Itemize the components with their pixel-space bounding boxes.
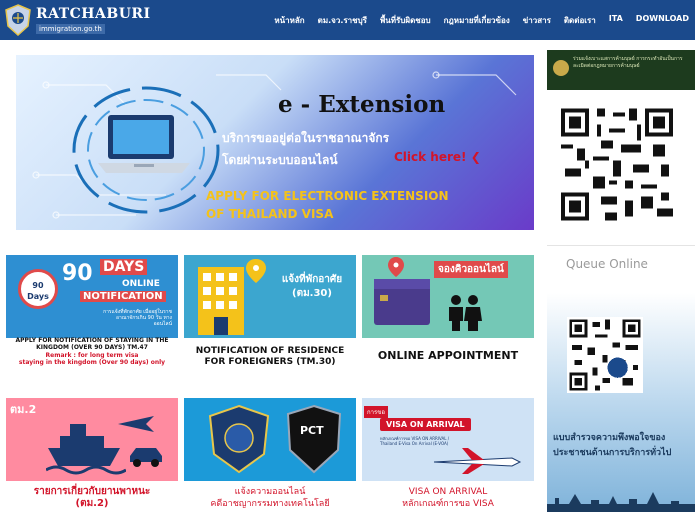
tile-appointment-caption[interactable]: ONLINE APPOINTMENT bbox=[362, 349, 534, 362]
cybercrime-caption-line2: คดีอาชญากรรมทางเทคโนโลยี bbox=[210, 499, 330, 509]
online-word: ONLINE bbox=[122, 279, 160, 289]
queue-online-label[interactable]: Queue Online bbox=[566, 257, 648, 271]
tm30-thai-label: แจ้งที่พักอาศัย (ตม.30) bbox=[281, 274, 343, 299]
building-icon bbox=[198, 259, 266, 335]
survey-qr-code-icon[interactable] bbox=[567, 315, 643, 395]
skyline-decoration bbox=[547, 492, 695, 512]
pct-text: PCT bbox=[300, 424, 324, 437]
pct-badge-icon bbox=[286, 404, 342, 474]
voa-caption-line2: หลักเกณฑ์การขอ VISA bbox=[402, 499, 494, 509]
nav-ratchaburi-office[interactable]: ตม.จว.ราชบุรี bbox=[318, 14, 367, 27]
banner-apply-text: APPLY FOR ELECTRONIC EXTENSION OF THAILA… bbox=[206, 187, 449, 223]
anti-trafficking-text: ร่วมแจ้งเบาะแสการค้ามนุษย์ การกระทำอันเป… bbox=[573, 56, 683, 69]
voa-banner: VISA ON ARRIVAL bbox=[380, 418, 471, 431]
main-menu: หน้าหลัก ตม.จว.ราชบุรี พื้นที่รับผิดชอบ … bbox=[274, 14, 689, 27]
notification-word: NOTIFICATION bbox=[80, 291, 166, 302]
calendar-pin-icon bbox=[374, 257, 430, 325]
sidebar-divider bbox=[547, 245, 695, 246]
seal-icon bbox=[553, 60, 569, 76]
plane-icon bbox=[118, 416, 154, 432]
remark-line1: Remark : for long term visa bbox=[45, 352, 139, 359]
laptop-icon bbox=[98, 115, 190, 173]
tile-vehicle-caption[interactable]: รายการเกี่ยวกับยานพาหนะ (ตม.2) bbox=[6, 486, 178, 510]
tile-cybercrime-caption[interactable]: แจ้งความออนไลน์ คดีอาชญากรรมทางเทคโนโลยี bbox=[184, 486, 356, 510]
top-nav-bar: RATCHABURI immigration.go.th หน้าหลัก ตม… bbox=[0, 0, 695, 40]
banner-apply-line1: APPLY FOR ELECTRONIC EXTENSION bbox=[206, 189, 449, 203]
tile-vehicle-tm2[interactable]: ตม.2 bbox=[6, 398, 178, 481]
tile-visa-on-arrival[interactable]: การขอ VISA ON ARRIVAL หลักเกณฑ์การขอ VIS… bbox=[362, 398, 534, 481]
anti-trafficking-card[interactable]: ร่วมแจ้งเบาะแสการค้ามนุษย์ การกระทำอันเป… bbox=[547, 50, 695, 90]
vehicle-caption-line2: (ตม.2) bbox=[75, 498, 109, 509]
banner-title: e - Extension bbox=[278, 91, 446, 118]
survey-text: แบบสำรวจความพึงพอใจของประชาชนด้านการบริก… bbox=[553, 433, 672, 458]
nav-contact[interactable]: ติดต่อเรา bbox=[564, 14, 596, 27]
voa-tag: การขอ bbox=[364, 406, 388, 418]
nav-jurisdiction[interactable]: พื้นที่รับผิดชอบ bbox=[380, 14, 431, 27]
tile-90-days-caption[interactable]: APPLY FOR NOTIFICATION OF STAYING IN THE… bbox=[6, 337, 178, 351]
tile-cybercrime-report[interactable]: PCT bbox=[184, 398, 356, 481]
click-here-link[interactable]: Click here! ❮ bbox=[394, 150, 481, 164]
tm47-thai-text: การแจ้งที่พักอาศัย เมื่ออยู่ในราชอาณาจัก… bbox=[103, 309, 172, 327]
ship-icon bbox=[46, 424, 126, 475]
days-number: 90 bbox=[62, 261, 93, 286]
voa-caption-line1: VISA ON ARRIVAL bbox=[408, 487, 488, 497]
e-extension-banner[interactable]: e - Extension บริการขออยู่ต่อในราชอาณาจั… bbox=[16, 55, 534, 230]
click-here-text: Click here! bbox=[394, 150, 467, 164]
banner-thai-line1: บริการขออยู่ต่อในราชอาณาจักร bbox=[222, 131, 390, 145]
tile-90-days-notification[interactable]: 90 Days 90 DAYS ONLINE NOTIFICATION การแ… bbox=[6, 255, 178, 338]
airplane-icon bbox=[433, 448, 522, 474]
nav-news[interactable]: ข่าวสาร bbox=[523, 14, 551, 27]
tile-voa-caption[interactable]: VISA ON ARRIVAL หลักเกณฑ์การขอ VISA bbox=[362, 486, 534, 510]
nav-ita[interactable]: ITA bbox=[609, 14, 623, 27]
voa-small-text: หลักเกณฑ์การขอ VISA ON ARRIVAL / Thailan… bbox=[380, 436, 450, 446]
people-icon bbox=[449, 295, 482, 331]
police-badge-icon bbox=[208, 404, 270, 474]
banner-thai-line2: โดยผ่านระบบออนไลน์ bbox=[222, 153, 338, 167]
chevron-left-icon: ❮ bbox=[470, 150, 481, 164]
brand-title[interactable]: RATCHABURI bbox=[36, 6, 151, 22]
banner-apply-line2: OF THAILAND VISA bbox=[206, 207, 334, 221]
car-icon bbox=[130, 448, 162, 467]
survey-card[interactable]: แบบสำรวจความพึงพอใจของประชาชนด้านการบริก… bbox=[547, 293, 695, 512]
tile-90-days-remark: Remark : for long term visa staying in t… bbox=[6, 352, 178, 366]
remark-line2: staying in the kingdom (Over 90 days) on… bbox=[18, 359, 166, 366]
cybercrime-caption-line1: แจ้งความออนไลน์ bbox=[234, 487, 306, 497]
nav-home[interactable]: หน้าหลัก bbox=[274, 14, 304, 27]
tile-tm30-caption[interactable]: NOTIFICATION OF RESIDENCE FOR FOREIGNERS… bbox=[184, 346, 356, 368]
tile-tm30-notification[interactable]: แจ้งที่พักอาศัย (ตม.30) bbox=[184, 255, 356, 338]
appointment-thai-label: จองคิวออนไลน์ bbox=[434, 261, 508, 278]
days-word: DAYS bbox=[100, 259, 148, 275]
brand-subtitle: immigration.go.th bbox=[36, 24, 105, 34]
qr-code-icon[interactable] bbox=[557, 102, 677, 227]
immigration-logo[interactable] bbox=[4, 4, 32, 36]
tile-online-appointment[interactable]: จองคิวออนไลน์ bbox=[362, 255, 534, 338]
nav-download[interactable]: DOWNLOAD bbox=[636, 14, 689, 27]
days-calendar-icon: 90 Days bbox=[18, 269, 58, 309]
nav-laws[interactable]: กฎหมายที่เกี่ยวข้อง bbox=[444, 14, 510, 27]
page: RATCHABURI immigration.go.th หน้าหลัก ตม… bbox=[0, 0, 695, 512]
vehicle-caption-line1: รายการเกี่ยวกับยานพาหนะ bbox=[33, 486, 151, 497]
tm2-badge: ตม.2 bbox=[10, 403, 37, 416]
